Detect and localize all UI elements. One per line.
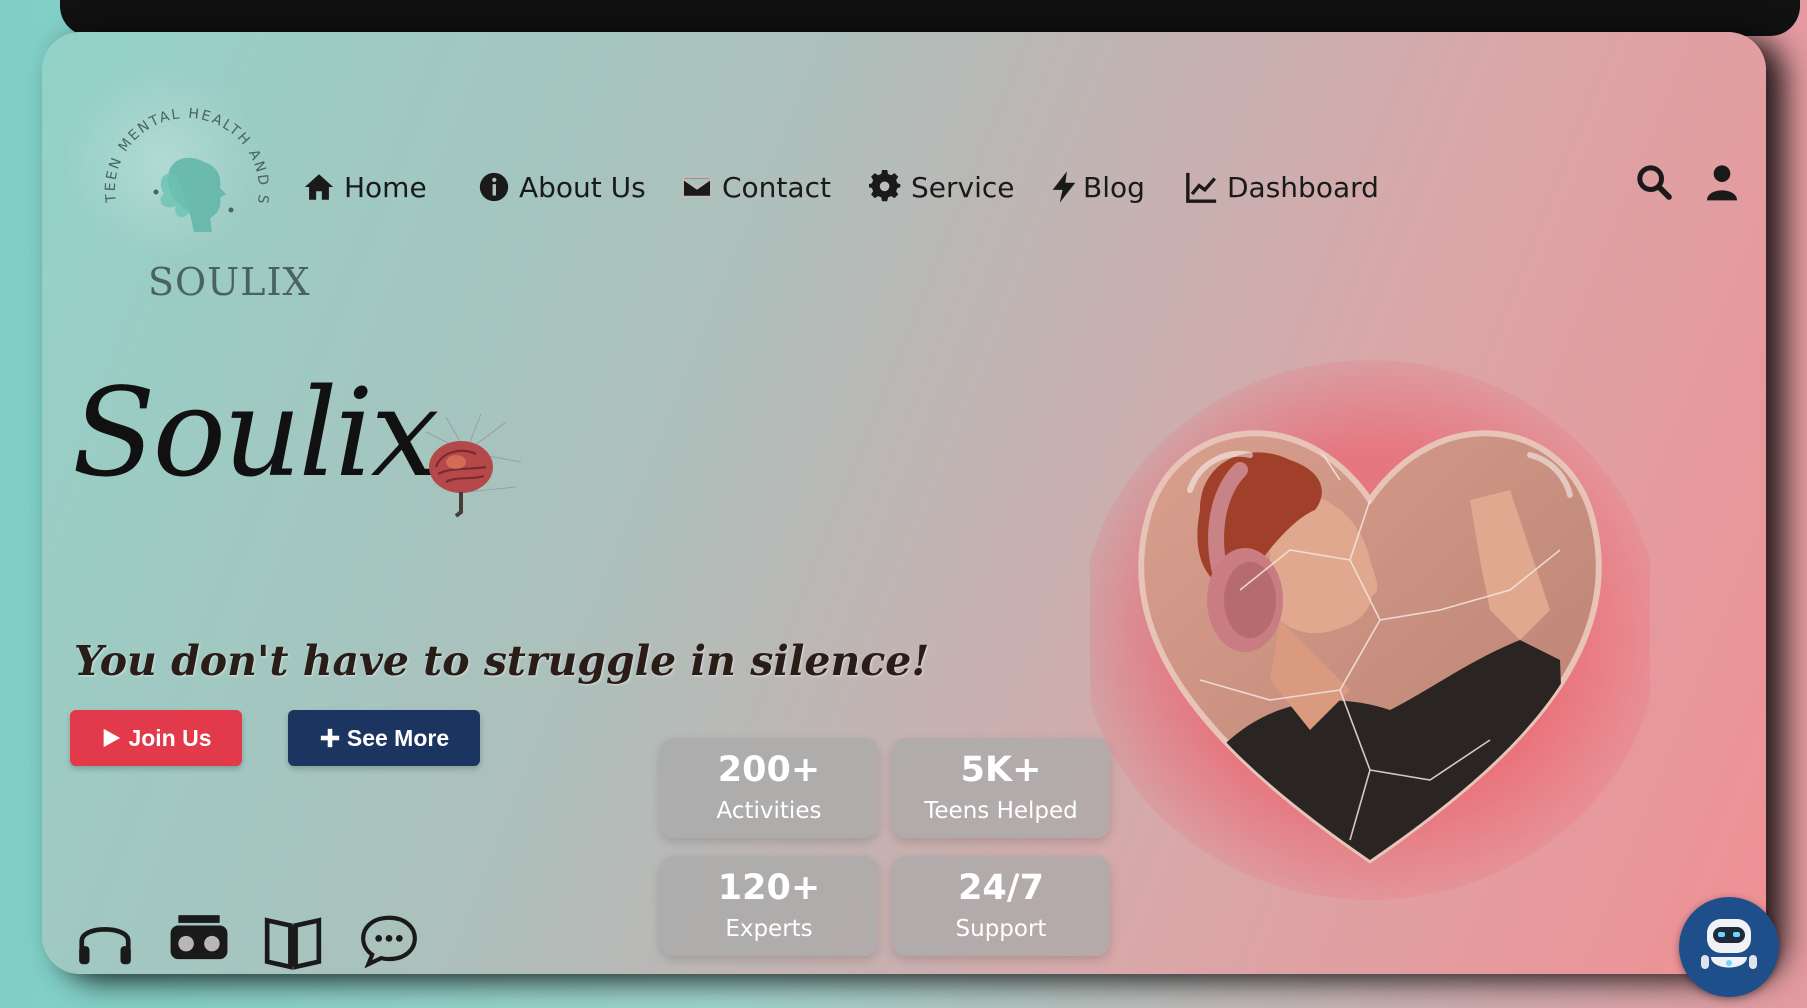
feature-vr[interactable]: [168, 910, 230, 972]
join-us-label: Join Us: [128, 724, 212, 751]
home-icon: [304, 174, 334, 200]
stat-card: 24/7 Support: [892, 856, 1110, 956]
stat-label: Experts: [725, 916, 813, 942]
hero-heart-image: [1090, 360, 1650, 900]
chatbot-button[interactable]: [1679, 897, 1779, 997]
logo-wordmark: SOULIX: [148, 260, 311, 304]
feature-chat[interactable]: [358, 910, 420, 972]
play-icon: [104, 728, 121, 748]
info-circle-icon: [479, 172, 509, 202]
see-more-button[interactable]: See More: [288, 710, 480, 766]
hero-frame: TEEN MENTAL HEALTH AND SUPPORT SOULIX Ho…: [42, 32, 1766, 974]
envelope-icon: [681, 175, 713, 199]
plus-icon: [320, 728, 340, 748]
stat-value: 24/7: [958, 868, 1044, 908]
stat-label: Teens Helped: [924, 798, 1078, 824]
stat-label: Support: [955, 916, 1047, 942]
nav-service-label: Service: [911, 170, 1015, 204]
nav-contact[interactable]: Contact: [680, 162, 831, 212]
chat-bubble-icon: [361, 915, 417, 969]
stat-label: Activities: [716, 798, 822, 824]
stat-card: 200+ Activities: [660, 738, 878, 838]
nav-about[interactable]: About Us: [477, 162, 646, 212]
nav-dashboard[interactable]: Dashboard: [1185, 162, 1379, 212]
gear-icon: [869, 170, 901, 202]
feature-music[interactable]: [74, 910, 136, 972]
nav-service[interactable]: Service: [869, 162, 1014, 212]
hero-tagline: You don't have to struggle in silence!: [74, 637, 930, 685]
user-icon: [1707, 165, 1737, 201]
stat-value: 200+: [717, 750, 821, 790]
brain-icon: [425, 413, 522, 518]
stat-card: 120+ Experts: [660, 856, 878, 956]
bolt-icon: [1052, 171, 1076, 203]
nav-home[interactable]: Home: [302, 162, 427, 212]
book-icon: [264, 917, 322, 970]
logo[interactable]: TEEN MENTAL HEALTH AND SUPPORT SOULIX: [79, 70, 309, 304]
logo-emblem-icon: TEEN MENTAL HEALTH AND SUPPORT: [79, 70, 269, 232]
stat-value: 120+: [717, 868, 821, 908]
user-button[interactable]: [1702, 162, 1748, 208]
see-more-label: See More: [346, 724, 450, 751]
stat-value: 5K+: [960, 750, 1042, 790]
robot-icon: [1701, 919, 1757, 969]
search-icon: [1637, 165, 1672, 200]
headphones-icon: [79, 927, 131, 965]
nav-about-label: About Us: [519, 170, 646, 204]
search-button[interactable]: [1634, 162, 1680, 208]
stat-card: 5K+ Teens Helped: [892, 738, 1110, 838]
nav-contact-label: Contact: [722, 170, 831, 204]
nav-blog[interactable]: Blog: [1047, 162, 1145, 212]
nav-dashboard-label: Dashboard: [1227, 170, 1379, 204]
nav-home-label: Home: [344, 170, 427, 204]
vr-headset-icon: [170, 915, 228, 960]
hero-brand: Soulix: [72, 362, 439, 504]
join-us-button[interactable]: Join Us: [70, 710, 242, 766]
nav-blog-label: Blog: [1083, 170, 1145, 204]
window-top-bar: [60, 0, 1800, 36]
feature-read[interactable]: [262, 910, 324, 972]
line-chart-icon: [1186, 172, 1217, 203]
